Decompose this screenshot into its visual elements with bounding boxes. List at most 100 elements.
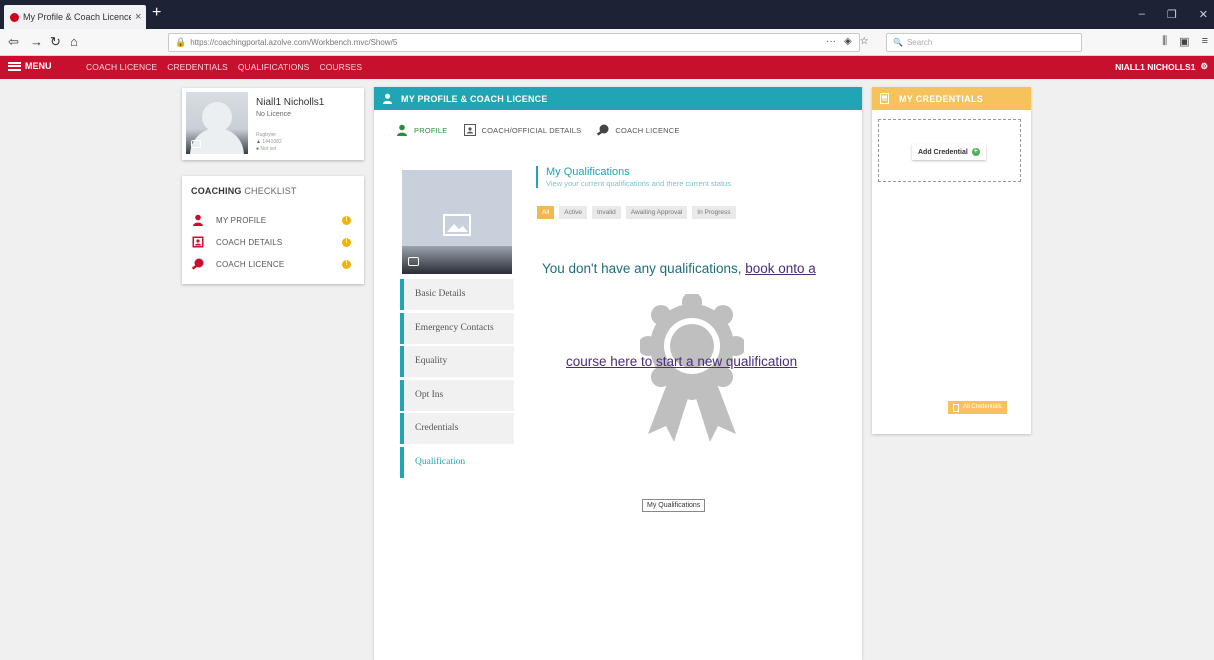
search-placeholder: Search	[906, 38, 933, 47]
pocket-icon[interactable]: ◈	[844, 36, 852, 47]
panel-title: MY PROFILE & COACH LICENCE	[401, 93, 548, 104]
new-tab-button[interactable]: +	[152, 5, 161, 21]
more-actions-icon[interactable]: ···	[826, 36, 836, 47]
library-icon[interactable]: ⫼	[1162, 35, 1167, 48]
browser-tab[interactable]: My Profile & Coach Licence - ×	[4, 5, 146, 29]
side-item-equality[interactable]: Equality	[400, 346, 514, 377]
hamburger-menu-icon[interactable]: ≡	[1202, 35, 1208, 48]
add-credential-label: Add Credential	[918, 148, 968, 156]
tab-label: COACH LICENCE	[615, 125, 680, 135]
id-card-icon	[463, 124, 476, 136]
gear-icon[interactable]: ⚙	[1200, 61, 1208, 72]
menu-button[interactable]: MENU	[8, 61, 52, 71]
sidebar-icon[interactable]: ▣	[1179, 35, 1189, 48]
empty-message-line2: course here to start a new qualification	[566, 354, 797, 369]
minimize-button[interactable]: –	[1139, 8, 1145, 21]
page-actions: ··· ◈ ☆	[826, 36, 869, 47]
camera-icon[interactable]	[408, 257, 419, 266]
home-icon[interactable]: ⌂	[70, 34, 78, 49]
empty-message-line1: You don't have any qualifications, book …	[542, 261, 816, 276]
checklist-title: COACHING CHECKLIST	[191, 186, 297, 196]
coaching-checklist: COACHING CHECKLIST MY PROFILE ! COACH DE…	[182, 176, 364, 284]
tab-title: My Profile & Coach Licence -	[23, 12, 131, 22]
close-tab-icon[interactable]: ×	[135, 11, 141, 23]
app-menu-bar: MENU COACH LICENCE CREDENTIALS QUALIFICA…	[0, 56, 1214, 79]
bookmark-star-icon[interactable]: ☆	[860, 36, 869, 47]
my-qualifications-button[interactable]: My Qualifications	[642, 499, 706, 512]
profile-licence: No Licence	[256, 111, 292, 118]
side-item-opt-ins[interactable]: Opt Ins	[400, 379, 514, 411]
profile-meta: Rugbyier ▲ 1441082 ● Not set	[256, 132, 282, 153]
checklist-item-label: COACH LICENCE	[216, 260, 285, 269]
all-credentials-button[interactable]: All Credentials	[948, 401, 1007, 414]
warning-icon: !	[342, 216, 351, 225]
whistle-icon	[597, 124, 609, 136]
credential-card-icon	[880, 93, 889, 104]
add-credential-button[interactable]: Add Credential +	[912, 144, 986, 160]
nav-qualifications[interactable]: QUALIFICATIONS	[238, 62, 310, 72]
menu-icon	[8, 61, 21, 71]
forward-icon[interactable]: →	[30, 34, 43, 49]
person-icon	[193, 214, 203, 226]
checklist-item-label: COACH DETAILS	[216, 238, 283, 247]
favicon-icon	[10, 12, 19, 22]
app-nav-links: COACH LICENCE CREDENTIALS QUALIFICATIONS…	[86, 62, 362, 72]
url-bar[interactable]: 🔒 https://coachingportal.azolve.com/Work…	[168, 33, 860, 52]
search-icon: 🔍	[893, 38, 903, 47]
profile-tabs: PROFILE COACH/OFFICIAL DETAILS COACH LIC…	[396, 124, 680, 136]
profile-meta-id: 1441082	[262, 139, 282, 145]
book-course-link[interactable]: book onto a	[745, 261, 816, 276]
side-item-emergency-contacts[interactable]: Emergency Contacts	[400, 312, 514, 344]
checklist-item-my-profile[interactable]: MY PROFILE !	[192, 214, 357, 228]
maximize-button[interactable]: ❐	[1167, 8, 1177, 21]
filter-invalid[interactable]: Invalid	[591, 206, 621, 219]
side-item-qualification[interactable]: Qualification	[400, 446, 514, 478]
plus-icon: +	[971, 148, 980, 156]
book-course-link-continued[interactable]: course here to start a new qualification	[566, 354, 797, 369]
id-card-icon	[192, 236, 204, 248]
all-credentials-label: All Credentials	[963, 404, 1002, 410]
checklist-item-coach-licence[interactable]: COACH LICENCE !	[192, 258, 357, 272]
panel-header: MY PROFILE & COACH LICENCE	[374, 87, 862, 110]
camera-icon[interactable]	[191, 140, 201, 148]
nav-courses[interactable]: COURSES	[319, 62, 362, 72]
tab-coach-official-details[interactable]: COACH/OFFICIAL DETAILS	[463, 124, 582, 136]
filter-awaiting-approval[interactable]: Awaiting Approval	[625, 206, 688, 219]
credentials-header: MY CREDENTIALS	[872, 87, 1031, 110]
filter-all[interactable]: All	[537, 206, 555, 219]
nav-credentials[interactable]: CREDENTIALS	[167, 62, 228, 72]
checklist-item-coach-details[interactable]: COACH DETAILS !	[192, 236, 357, 250]
reload-icon[interactable]: ↻	[50, 34, 61, 50]
lock-icon: 🔒	[175, 37, 187, 47]
menu-label: MENU	[25, 61, 52, 71]
warning-icon: !	[342, 238, 351, 247]
filter-in-progress[interactable]: In Progress	[692, 206, 736, 219]
checklist-item-label: MY PROFILE	[216, 216, 267, 225]
url-text: https://coachingportal.azolve.com/Workbe…	[190, 38, 398, 47]
profile-side-nav: Basic Details Emergency Contacts Equalit…	[400, 279, 514, 480]
qualification-filters: All Active Invalid Awaiting Approval In …	[537, 206, 736, 219]
side-item-credentials[interactable]: Credentials	[400, 413, 514, 444]
profile-meta-role: Rugbyier	[256, 132, 277, 138]
back-icon[interactable]: ⇦	[8, 34, 19, 50]
tab-label: PROFILE	[414, 125, 448, 135]
side-item-basic-details[interactable]: Basic Details	[400, 279, 514, 310]
filter-active[interactable]: Active	[559, 206, 587, 219]
checklist-title-light: CHECKLIST	[244, 186, 297, 196]
avatar[interactable]	[186, 92, 248, 154]
warning-icon: !	[342, 260, 351, 269]
close-window-button[interactable]: ✕	[1199, 8, 1208, 21]
credentials-panel: MY CREDENTIALS Add Credential + All Cred…	[872, 87, 1031, 434]
profile-meta-status: Not set	[260, 146, 277, 152]
qualifications-subtitle: View your current qualifications and the…	[546, 179, 731, 188]
checklist-title-bold: COACHING	[191, 186, 242, 196]
profile-name: Niall1 Nicholls1	[256, 97, 325, 108]
tab-coach-licence[interactable]: COACH LICENCE	[597, 124, 679, 136]
nav-coach-licence[interactable]: COACH LICENCE	[86, 62, 157, 72]
credentials-title: MY CREDENTIALS	[899, 93, 984, 104]
user-menu[interactable]: NIALL1 NICHOLLS1 ⚙	[1115, 61, 1208, 72]
browser-search-input[interactable]: 🔍 Search	[886, 33, 1082, 52]
profile-photo[interactable]	[402, 170, 512, 274]
tab-profile[interactable]: PROFILE	[396, 124, 448, 136]
credential-card-icon	[953, 403, 959, 412]
